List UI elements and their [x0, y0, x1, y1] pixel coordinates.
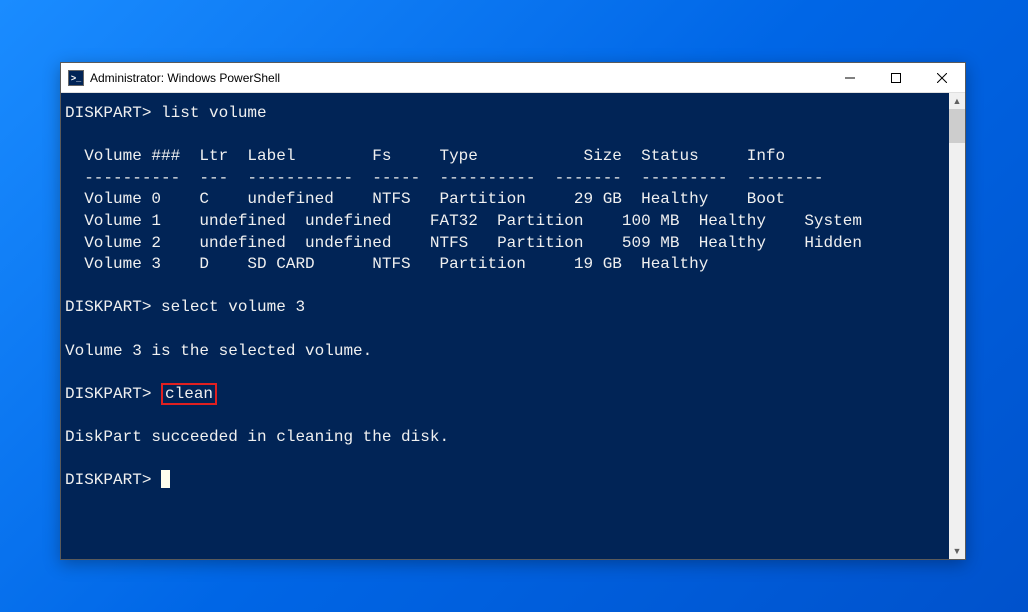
scroll-down-arrow[interactable]: ▼	[949, 543, 965, 559]
window-controls	[827, 63, 965, 93]
scroll-thumb[interactable]	[949, 109, 965, 143]
minimize-button[interactable]	[827, 63, 873, 93]
maximize-button[interactable]	[873, 63, 919, 93]
powershell-window: >_ Administrator: Windows PowerShell DIS…	[60, 62, 966, 560]
powershell-icon: >_	[68, 70, 84, 86]
terminal[interactable]: DISKPART> list volume Volume ### Ltr Lab…	[61, 93, 949, 559]
highlighted-command: clean	[161, 383, 217, 405]
scroll-up-arrow[interactable]: ▲	[949, 93, 965, 109]
terminal-wrapper: DISKPART> list volume Volume ### Ltr Lab…	[61, 93, 965, 559]
window-title: Administrator: Windows PowerShell	[90, 71, 827, 85]
cursor	[161, 470, 170, 488]
titlebar[interactable]: >_ Administrator: Windows PowerShell	[61, 63, 965, 93]
close-button[interactable]	[919, 63, 965, 93]
scrollbar[interactable]: ▲ ▼	[949, 93, 965, 559]
